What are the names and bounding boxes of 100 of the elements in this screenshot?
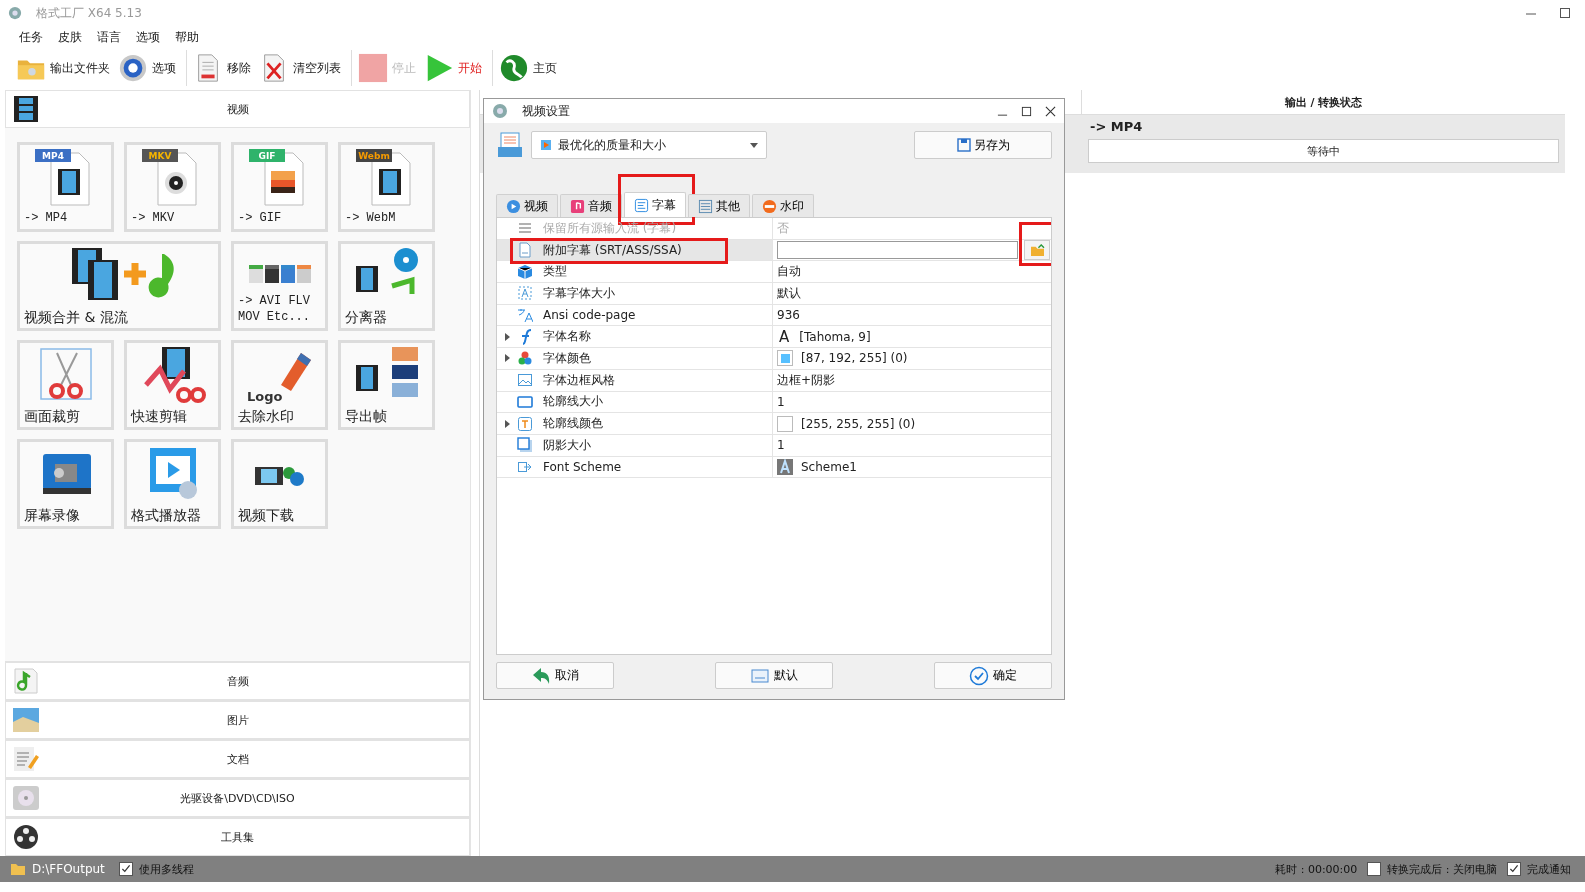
toolbar-button[interactable]: 移除	[191, 50, 257, 86]
dialog-button[interactable]: 默认	[715, 662, 833, 689]
tool-tile[interactable]: MKV -> MKV	[124, 142, 221, 232]
tab[interactable]: 音频	[560, 194, 622, 217]
output-folder-path[interactable]: D:\FFOutput	[32, 862, 105, 876]
property-name[interactable]: 轮廓线大小	[543, 393, 603, 411]
toolbar-button[interactable]: 主页	[497, 50, 563, 86]
toolbar-button[interactable]: 输出文件夹	[14, 50, 116, 86]
folder-icon	[1029, 243, 1045, 257]
tool-tile[interactable]: 画面裁剪	[17, 340, 114, 430]
image-icon	[517, 372, 533, 389]
tool-tile[interactable]: 快速剪辑	[124, 340, 221, 430]
property-name[interactable]: 轮廓线颜色	[543, 415, 603, 433]
play-circle-icon	[506, 198, 521, 214]
back-arrow-icon	[531, 665, 551, 686]
tool-tile[interactable]: GIF -> GIF	[231, 142, 328, 232]
tab[interactable]: 其他	[688, 194, 750, 217]
toolbar-button[interactable]: 清空列表	[257, 50, 347, 86]
toolbar-button[interactable]: 选项	[116, 50, 182, 86]
property-value: [Tahoma, 9]	[799, 329, 871, 344]
category-header[interactable]: 工具集	[5, 817, 470, 856]
tab[interactable]: 水印	[752, 194, 814, 217]
tab[interactable]: 字幕	[624, 192, 686, 217]
menu-item[interactable]: 任务	[19, 28, 43, 46]
menu-item[interactable]: 帮助	[175, 28, 199, 46]
toolbar-button[interactable]: 开始	[422, 50, 488, 86]
close-button[interactable]	[1045, 105, 1056, 117]
checkbox[interactable]	[118, 862, 133, 876]
app-icon	[8, 6, 22, 20]
cube-icon	[517, 263, 533, 280]
text-size-icon	[517, 285, 533, 302]
translate-icon	[517, 307, 533, 324]
file-path-field[interactable]	[777, 241, 1018, 260]
expand-arrow-icon[interactable]	[504, 332, 510, 341]
maximize-button[interactable]	[1559, 7, 1571, 19]
menu-item[interactable]: 语言	[97, 28, 121, 46]
menu-item[interactable]: 皮肤	[58, 28, 82, 46]
property-name[interactable]: 类型	[543, 263, 567, 281]
tool-tile[interactable]: 格式播放器	[124, 439, 221, 529]
column-header[interactable]: 输出 / 转换状态	[1082, 90, 1565, 114]
tool-tile[interactable]: 屏幕录像	[17, 439, 114, 529]
sliders-icon	[698, 198, 713, 214]
tool-tile[interactable]: Logo 去除水印	[231, 340, 328, 430]
app-icon	[492, 103, 508, 119]
profile-dropdown[interactable]: 最优化的质量和大小	[531, 131, 767, 159]
menu-item[interactable]: 选项	[136, 28, 160, 46]
tile-label: 分离器	[345, 310, 387, 325]
tile-label: 画面裁剪	[24, 409, 80, 424]
expand-arrow-icon[interactable]	[504, 419, 510, 428]
property-value: 否	[777, 219, 789, 237]
tool-tile[interactable]: 导出帧	[338, 340, 435, 430]
checkbox-label: 完成通知	[1527, 861, 1571, 877]
tool-tile[interactable]: -> AVI FLV MOV Etc...	[231, 241, 328, 331]
tool-tile[interactable]: 视频合并 & 混流	[17, 241, 221, 331]
check-circle-icon	[969, 665, 989, 686]
property-value: [87, 192, 255] (0)	[801, 351, 908, 366]
dialog-button[interactable]: 取消	[496, 662, 614, 689]
category-header[interactable]: 文档	[5, 739, 470, 778]
property-value: 1	[777, 438, 785, 453]
disc-drive-icon	[12, 784, 40, 812]
dialog-button[interactable]: 确定	[934, 662, 1052, 689]
tool-tile[interactable]: Webm -> WebM	[338, 142, 435, 232]
folder-icon	[10, 862, 26, 876]
color-dots-icon	[517, 350, 533, 367]
file-icon	[517, 242, 533, 259]
property-name[interactable]: 字体颜色	[543, 349, 591, 367]
property-name[interactable]: Ansi code-page	[543, 308, 636, 323]
stop-icon	[358, 53, 388, 83]
category-header[interactable]: 音频	[5, 661, 470, 700]
checkbox-label: 使用多线程	[138, 861, 194, 877]
tool-tile[interactable]: 分离器	[338, 241, 435, 331]
dialog-title: 视频设置	[522, 102, 570, 120]
tool-tile[interactable]: MP4 -> MP4	[17, 142, 114, 232]
category-header[interactable]: 视频	[5, 90, 470, 128]
checkbox[interactable]	[1367, 862, 1382, 876]
tile-label: 快速剪辑	[131, 409, 187, 424]
caret-icon	[750, 142, 758, 148]
tile-label: 屏幕录像	[24, 508, 80, 523]
property-value: 边框+阴影	[777, 371, 836, 389]
maximize-button[interactable]	[1021, 105, 1032, 117]
category-header[interactable]: 光驱设备\DVD\CD\ISO	[5, 778, 470, 817]
landscape-icon	[12, 706, 40, 734]
property-name[interactable]: 字体名称	[543, 328, 591, 346]
property-value: 默认	[777, 284, 801, 302]
property-name[interactable]: Font Scheme	[543, 459, 622, 474]
property-name[interactable]: 阴影大小	[543, 436, 591, 454]
globe-icon	[499, 53, 529, 83]
checkbox[interactable]	[1507, 862, 1521, 876]
category-header[interactable]: 图片	[5, 700, 470, 739]
tile-label: 视频合并 & 混流	[24, 310, 128, 325]
save-as-button[interactable]: 另存为	[914, 131, 1052, 159]
list-tray-icon	[496, 131, 524, 159]
tab[interactable]: 视频	[496, 194, 558, 217]
rectangle-icon	[517, 393, 533, 410]
expand-arrow-icon[interactable]	[504, 354, 510, 363]
film-globe-icon	[254, 466, 305, 487]
property-name[interactable]: 字体边框风格	[543, 371, 615, 389]
property-value: Scheme1	[801, 459, 857, 474]
property-name[interactable]: 字幕字体大小	[543, 284, 615, 302]
tool-tile[interactable]: 视频下载	[231, 439, 328, 529]
